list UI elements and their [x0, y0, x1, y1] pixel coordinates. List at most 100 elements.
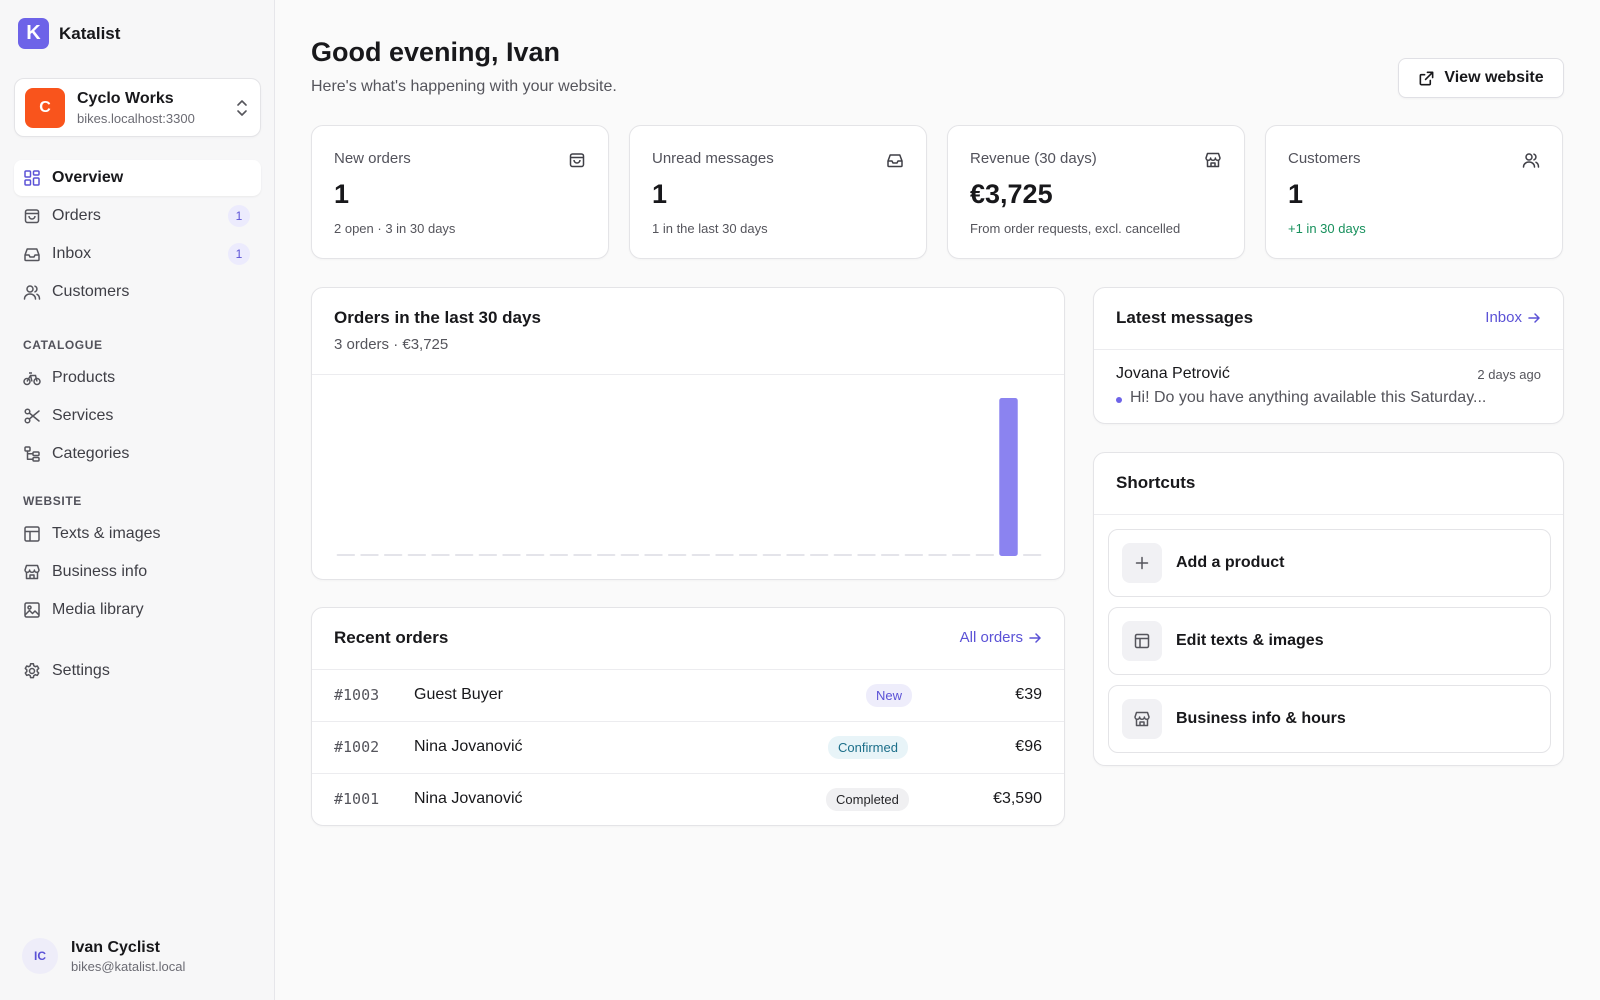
nav-settings: Settings: [14, 653, 261, 691]
user-profile[interactable]: IC Ivan Cyclist bikes@katalist.local: [22, 938, 185, 974]
store-icon: [1205, 152, 1221, 168]
sidebar-item-services[interactable]: Services: [14, 398, 261, 434]
chart-bar-day-1: [336, 554, 356, 556]
view-website-button[interactable]: View website: [1398, 58, 1564, 98]
section-title: Shortcuts: [1116, 473, 1196, 492]
chart-bar-day-18: [738, 554, 758, 556]
sidebar: K Katalist C Cyclo Works bikes.localhost…: [0, 0, 275, 1000]
nav-section-catalogue: CATALOGUE: [23, 338, 103, 352]
link-label: All orders: [959, 629, 1023, 646]
layout-icon: [24, 526, 40, 542]
status-badge: Completed: [826, 788, 909, 811]
stat-card-revenue[interactable]: Revenue (30 days) €3,725 From order requ…: [947, 125, 1245, 259]
view-website-label: View website: [1444, 69, 1544, 86]
avatar: IC: [22, 938, 58, 974]
sidebar-item-label: Overview: [52, 169, 124, 186]
order-total: €39: [1015, 686, 1042, 703]
chart-bar-day-15: [667, 554, 687, 556]
chart-bar-day-26: [928, 554, 947, 556]
sidebar-item-products[interactable]: Products: [14, 360, 261, 396]
chart-bar-day-10: [549, 554, 569, 556]
stat-card-unread-messages[interactable]: Unread messages 1 1 in the last 30 days: [629, 125, 927, 259]
table-row[interactable]: #1003 Guest Buyer New €39: [312, 670, 1064, 722]
page-subtitle: Here's what's happening with your websit…: [311, 78, 617, 95]
all-orders-link[interactable]: All orders: [960, 629, 1042, 646]
shortcut-add-product[interactable]: Add a product: [1108, 529, 1551, 597]
chart-bar-day-7: [478, 554, 498, 556]
sidebar-item-label: Texts & images: [52, 525, 161, 542]
sidebar-item-customers[interactable]: Customers: [14, 274, 261, 310]
message-item[interactable]: Jovana Petrović 2 days ago Hi! Do you ha…: [1094, 350, 1563, 423]
nav-section-website: WEBSITE: [23, 494, 82, 508]
sidebar-item-label: Settings: [52, 662, 110, 679]
chart-bar-day-6: [454, 554, 474, 556]
inbox-icon: [887, 154, 903, 168]
message-time: 2 days ago: [1477, 367, 1541, 382]
sidebar-item-business-info[interactable]: Business info: [14, 554, 261, 590]
plus-icon: [1135, 556, 1149, 570]
chart-bar-day-13: [620, 554, 640, 556]
inbox-link[interactable]: Inbox: [1485, 309, 1541, 326]
shortcut-edit-texts-images[interactable]: Edit texts & images: [1108, 607, 1551, 675]
site-avatar: C: [25, 87, 65, 128]
order-id: #1003: [334, 686, 380, 704]
image-icon: [24, 602, 40, 618]
chart-bar-day-22: [833, 554, 853, 556]
chart-bar-day-29: [999, 398, 1018, 556]
stat-card-new-orders[interactable]: New orders 1 2 open · 3 in 30 days: [311, 125, 609, 259]
chart-bar-day-2: [360, 554, 379, 556]
order-customer: Nina Jovanović: [414, 738, 523, 755]
bike-icon: [23, 372, 41, 386]
sidebar-item-settings[interactable]: Settings: [14, 653, 261, 689]
orders-chart: [336, 398, 1042, 556]
users-icon: [23, 285, 41, 300]
chart-bar-day-24: [880, 554, 900, 556]
order-customer: Nina Jovanović: [414, 790, 523, 807]
message-sender: Jovana Petrović: [1116, 365, 1230, 382]
link-label: Inbox: [1485, 309, 1522, 326]
brand-name: Katalist: [59, 23, 121, 43]
sidebar-item-orders[interactable]: Orders 1: [14, 198, 261, 234]
status-badge: New: [866, 684, 913, 707]
brand[interactable]: K Katalist: [18, 18, 120, 49]
sidebar-item-label: Services: [52, 407, 114, 424]
arrow-right-icon: [1528, 312, 1540, 323]
stat-value: 1: [334, 179, 350, 209]
chart-bar-day-4: [407, 554, 427, 556]
stat-label: Unread messages: [652, 150, 774, 167]
users-icon: [1522, 153, 1540, 168]
stat-value: €3,725: [970, 179, 1053, 209]
nav-main: Overview Orders 1 Inbox 1 Customers: [14, 160, 261, 312]
sidebar-item-categories[interactable]: Categories: [14, 436, 261, 472]
table-row[interactable]: #1001 Nina Jovanović Completed €3,590: [312, 774, 1064, 825]
site-host: bikes.localhost:3300: [77, 110, 195, 126]
gear-icon: [24, 663, 40, 679]
recent-orders-card: Recent orders All orders #1003 Guest Buy…: [311, 607, 1065, 826]
order-total: €96: [1015, 738, 1042, 755]
nav-website: Texts & images Business info Media libra…: [14, 516, 261, 630]
tree-icon: [24, 446, 40, 462]
inbox-icon: [24, 248, 40, 262]
chart-bar-day-21: [809, 554, 829, 556]
bag-icon: [24, 209, 40, 224]
stat-sub: 1 in the last 30 days: [652, 221, 768, 236]
sidebar-item-media-library[interactable]: Media library: [14, 592, 261, 628]
table-row[interactable]: #1002 Nina Jovanović Confirmed €96: [312, 722, 1064, 774]
stat-card-customers[interactable]: Customers 1 +1 in 30 days: [1265, 125, 1563, 259]
section-title: Recent orders: [334, 628, 449, 647]
stat-label: New orders: [334, 150, 411, 167]
site-switcher[interactable]: C Cyclo Works bikes.localhost:3300: [14, 78, 261, 137]
page-title: Good evening, Ivan: [311, 37, 561, 67]
chart-bar-day-17: [715, 554, 734, 556]
chart-bar-day-14: [644, 554, 663, 556]
site-name: Cyclo Works: [77, 89, 174, 107]
bag-icon: [569, 153, 585, 168]
chart-bar-day-19: [762, 554, 782, 556]
shortcut-business-info-hours[interactable]: Business info & hours: [1108, 685, 1551, 753]
sidebar-item-label: Orders: [52, 207, 101, 224]
grid-icon: [24, 170, 40, 186]
sidebar-item-label: Customers: [52, 283, 130, 300]
sidebar-item-texts-images[interactable]: Texts & images: [14, 516, 261, 552]
sidebar-item-overview[interactable]: Overview: [14, 160, 261, 196]
sidebar-item-inbox[interactable]: Inbox 1: [14, 236, 261, 272]
